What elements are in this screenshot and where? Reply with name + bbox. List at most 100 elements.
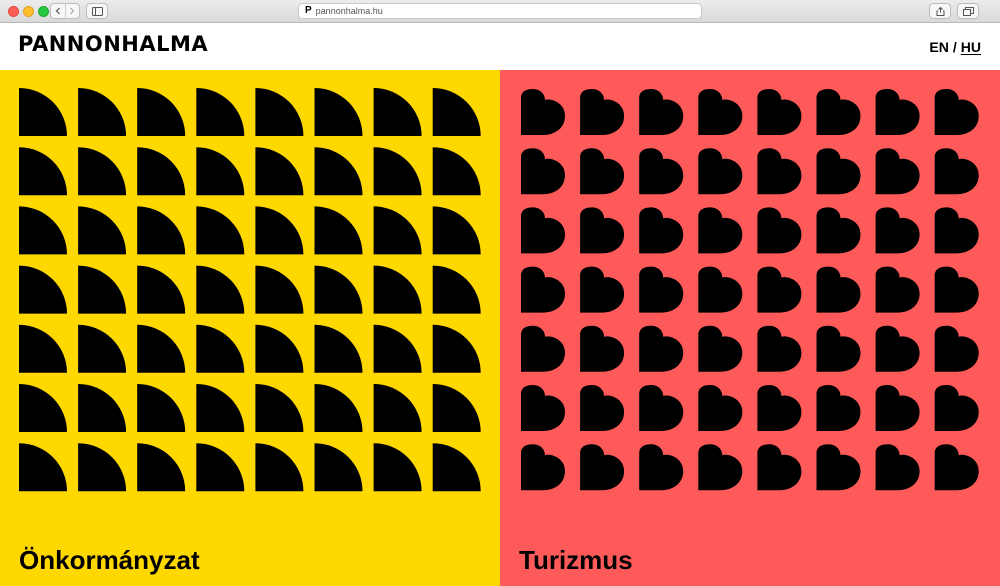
quarter-circle-icon xyxy=(373,324,422,373)
heart-icon xyxy=(639,385,684,431)
tabs-icon xyxy=(962,6,974,16)
heart-icon xyxy=(639,148,684,195)
quarter-circle-icon xyxy=(196,206,245,255)
quarter-circle-icon xyxy=(196,88,245,136)
heart-pattern xyxy=(519,88,981,492)
quarter-circle-icon xyxy=(137,206,186,255)
heart-icon xyxy=(816,207,861,254)
heart-icon xyxy=(875,385,920,431)
fullscreen-window-button[interactable] xyxy=(38,6,49,17)
quarter-circle-icon xyxy=(137,324,186,373)
quarter-circle-icon xyxy=(19,206,67,255)
heart-icon xyxy=(698,207,743,254)
quarter-circle-icon xyxy=(19,443,67,492)
sidebar-toggle-button[interactable] xyxy=(86,3,108,19)
site-header: PANNONHALMA EN / HU xyxy=(0,23,1000,70)
heart-icon xyxy=(757,444,802,491)
site-logo[interactable]: PANNONHALMA xyxy=(18,34,208,55)
quarter-circle-icon xyxy=(78,384,127,432)
heart-icon xyxy=(521,89,565,135)
heart-icon xyxy=(816,89,861,135)
share-button[interactable] xyxy=(929,3,951,19)
quarter-circle-icon xyxy=(255,384,304,432)
heart-icon xyxy=(639,207,684,254)
quarter-circle-icon xyxy=(255,443,304,492)
heart-icon xyxy=(698,325,743,372)
quarter-circle-icon xyxy=(314,206,363,255)
back-button[interactable] xyxy=(51,4,65,18)
quarter-circle-icon xyxy=(137,147,186,196)
heart-icon xyxy=(521,325,565,372)
heart-icon xyxy=(521,385,565,431)
heart-icon xyxy=(639,444,684,491)
heart-icon xyxy=(580,89,625,135)
heart-icon xyxy=(875,444,920,491)
lang-en-link[interactable]: EN xyxy=(929,40,948,54)
heart-icon xyxy=(934,325,979,372)
quarter-circle-icon xyxy=(432,265,481,314)
heart-icon xyxy=(757,148,802,195)
heart-icon xyxy=(757,325,802,372)
lang-hu-link[interactable]: HU xyxy=(961,40,981,54)
heart-icon xyxy=(580,444,625,491)
quarter-circle-icon xyxy=(78,324,127,373)
quarter-circle-icon xyxy=(314,384,363,432)
site-favicon: P xyxy=(305,5,312,16)
heart-icon xyxy=(816,266,861,313)
heart-icon xyxy=(698,266,743,313)
address-bar[interactable]: P pannonhalma.hu xyxy=(298,3,702,19)
heart-icon xyxy=(757,266,802,313)
quarter-circle-icon xyxy=(432,324,481,373)
quarter-circle-icon xyxy=(432,443,481,492)
heart-icon xyxy=(580,207,625,254)
quarter-circle-icon xyxy=(432,206,481,255)
quarter-circle-icon xyxy=(137,88,186,136)
quarter-circle-icon xyxy=(314,443,363,492)
quarter-circle-icon xyxy=(196,443,245,492)
quarter-circle-icon xyxy=(19,147,67,196)
close-window-button[interactable] xyxy=(8,6,19,17)
quarter-circle-icon xyxy=(314,88,363,136)
heart-icon xyxy=(934,148,979,195)
quarter-circle-icon xyxy=(432,88,481,136)
url-text: pannonhalma.hu xyxy=(315,5,383,16)
heart-icon xyxy=(757,89,802,135)
heart-icon xyxy=(875,207,920,254)
quarter-circle-icon xyxy=(19,88,67,136)
quarter-circle-icon xyxy=(373,88,422,136)
minimize-window-button[interactable] xyxy=(23,6,34,17)
panel-title: Önkormányzat xyxy=(19,545,200,575)
heart-icon xyxy=(816,325,861,372)
heart-icon xyxy=(521,148,565,195)
forward-button[interactable] xyxy=(64,4,80,18)
quarter-circle-icon xyxy=(373,443,422,492)
sidebar-icon xyxy=(91,6,103,16)
quarter-circle-icon xyxy=(255,147,304,196)
quarter-circle-icon xyxy=(137,384,186,432)
quarter-circle-icon xyxy=(196,147,245,196)
quarter-circle-icon xyxy=(373,206,422,255)
browser-toolbar: P pannonhalma.hu xyxy=(0,0,1000,23)
panel-title: Turizmus xyxy=(519,545,633,575)
heart-icon xyxy=(698,148,743,195)
panel-onkormanyzat[interactable]: Önkormányzat xyxy=(0,70,500,586)
heart-icon xyxy=(816,148,861,195)
quarter-circle-icon xyxy=(78,147,127,196)
heart-icon xyxy=(580,266,625,313)
pattern-svg xyxy=(521,89,979,491)
quarter-circle-icon xyxy=(314,265,363,314)
heart-icon xyxy=(580,385,625,431)
quarter-circle-icon xyxy=(314,147,363,196)
heart-icon xyxy=(580,325,625,372)
quarter-circle-icon xyxy=(19,384,67,432)
panel-turizmus[interactable]: Turizmus xyxy=(500,70,1000,586)
heart-icon xyxy=(875,148,920,195)
quarter-circle-icon xyxy=(78,88,127,136)
quarter-circle-icon xyxy=(432,147,481,196)
quarter-circle-icon xyxy=(255,88,304,136)
tabs-overview-button[interactable] xyxy=(957,3,979,19)
quarter-circle-icon xyxy=(373,265,422,314)
chevron-left-icon xyxy=(55,7,60,15)
quarter-circle-icon xyxy=(78,443,127,492)
quarter-circle-icon xyxy=(196,324,245,373)
